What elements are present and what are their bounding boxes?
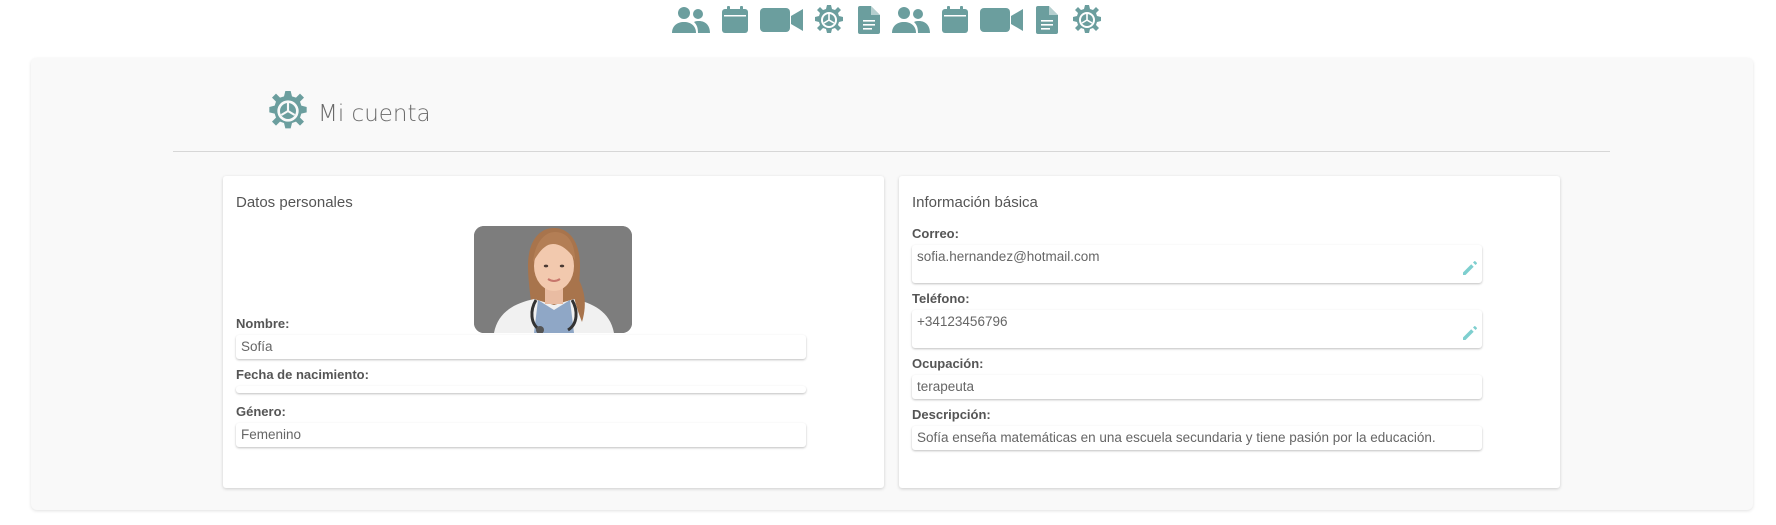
card-title: Datos personales [236,194,353,211]
gear-icon[interactable] [1066,2,1108,38]
email-field[interactable]: sofia.hernandez@hotmail.com [912,245,1482,283]
top-nav [0,0,1776,40]
document-icon[interactable] [1028,2,1066,38]
pencil-icon[interactable] [1462,260,1478,279]
occupation-label: Ocupación: [912,356,984,371]
header-divider [173,151,1610,152]
gear-icon [268,91,308,136]
pencil-icon[interactable] [1462,325,1478,344]
gear-icon[interactable] [808,2,850,38]
calendar-icon[interactable] [934,2,976,38]
description-label: Descripción: [912,407,991,422]
users-icon[interactable] [888,2,934,38]
calendar-icon[interactable] [714,2,756,38]
video-icon[interactable] [756,2,808,38]
gender-label: Género: [236,404,286,419]
name-field[interactable]: Sofía [236,335,806,359]
page-title: Mi cuenta [318,100,431,127]
document-icon[interactable] [850,2,888,38]
description-field[interactable]: Sofía enseña matemáticas en una escuela … [912,426,1482,450]
phone-value: +34123456796 [917,314,1008,329]
birthdate-field[interactable] [236,386,806,393]
occupation-field[interactable]: terapeuta [912,375,1482,399]
basic-info-card: Información básica Correo: sofia.hernand… [899,176,1560,488]
gender-field[interactable]: Femenino [236,423,806,447]
name-label: Nombre: [236,316,290,331]
phone-field[interactable]: +34123456796 [912,310,1482,348]
personal-data-card: Datos personales Nombre: Sofía Fecha de … [223,176,884,488]
birthdate-label: Fecha de nacimiento: [236,367,369,382]
users-icon[interactable] [668,2,714,38]
video-icon[interactable] [976,2,1028,38]
email-label: Correo: [912,226,959,241]
phone-label: Teléfono: [912,291,970,306]
email-value: sofia.hernandez@hotmail.com [917,249,1100,264]
page-header: Mi cuenta [268,91,431,136]
card-title: Información básica [912,194,1038,211]
profile-photo [474,226,632,333]
